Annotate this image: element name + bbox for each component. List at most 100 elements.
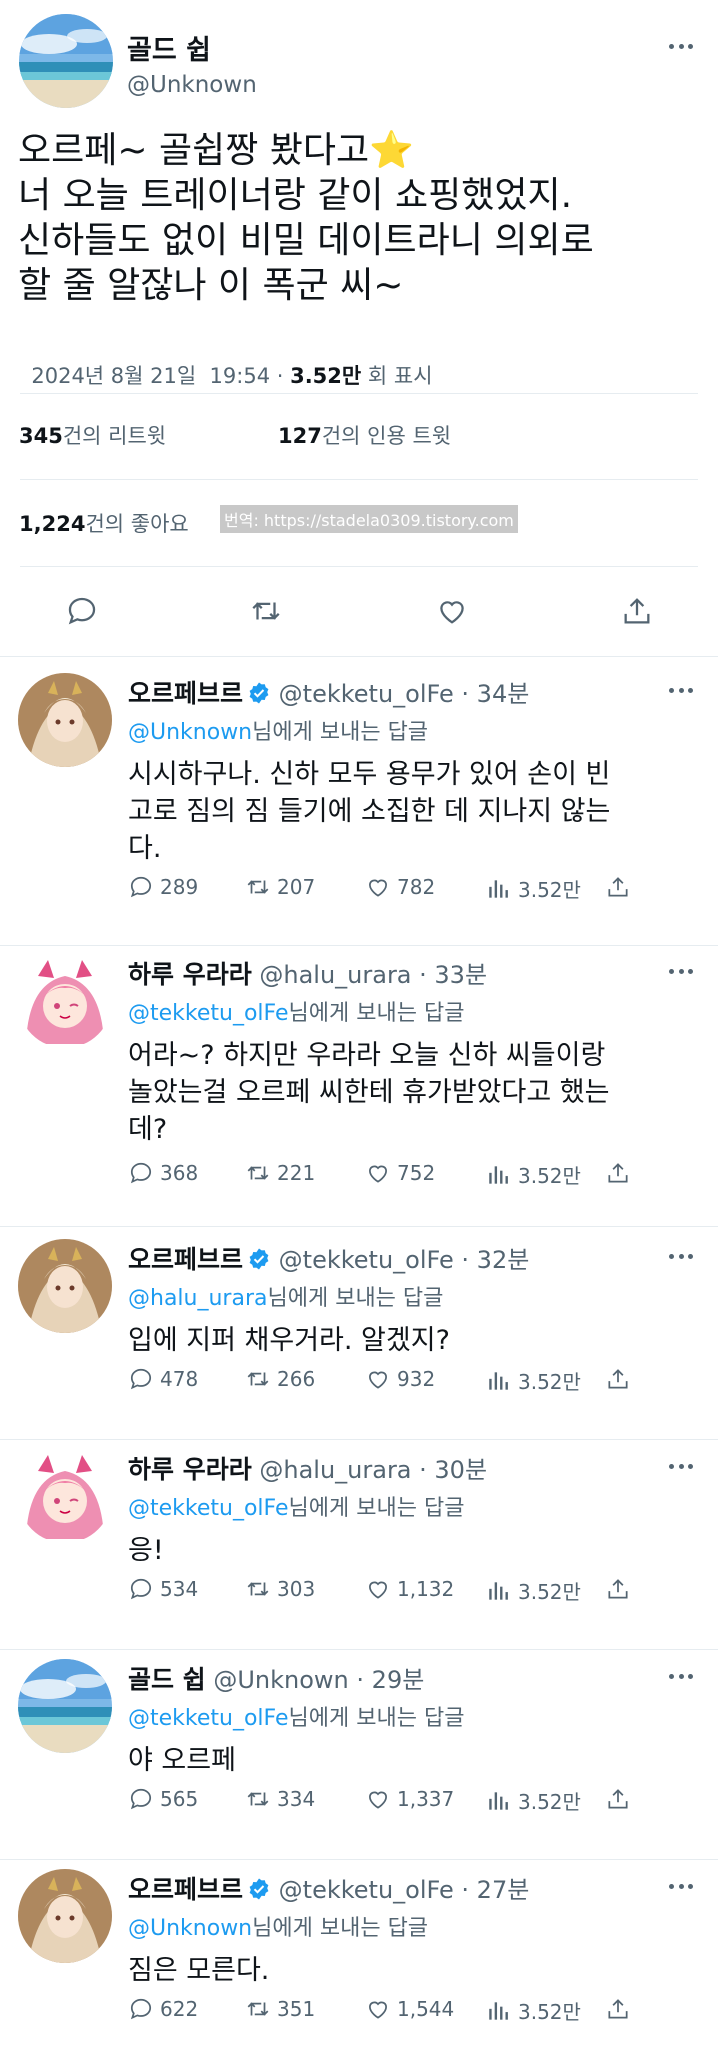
author-handle[interactable]: @tekketu_olFe bbox=[279, 680, 454, 708]
avatar-haru-urara[interactable] bbox=[18, 954, 112, 1048]
replying-to-handle[interactable]: @tekketu_olFe bbox=[128, 1496, 289, 1521]
retweet-count: 334 bbox=[277, 1787, 316, 1811]
like-count: 752 bbox=[397, 1161, 436, 1185]
retweet-icon[interactable] bbox=[249, 594, 283, 632]
reply-count: 368 bbox=[160, 1161, 199, 1185]
like-button[interactable]: 782 bbox=[365, 874, 435, 900]
author-name[interactable]: 오르페브르 bbox=[128, 1875, 243, 1904]
retweet-button[interactable]: 207 bbox=[245, 874, 315, 900]
author-name[interactable]: 오르페브르 bbox=[128, 679, 243, 708]
like-button[interactable]: 1,337 bbox=[365, 1786, 454, 1812]
retweet-button[interactable]: 266 bbox=[245, 1366, 315, 1392]
retweet-icon bbox=[245, 1786, 271, 1812]
verified-badge-icon bbox=[249, 1878, 269, 1900]
reply-tweet[interactable]: 오르페브르 @tekketu_olFe · 27분 @Unknown님에게 보내… bbox=[0, 1860, 718, 2060]
retweet-button[interactable]: 221 bbox=[245, 1160, 315, 1186]
views-count: 3.52만 bbox=[518, 1580, 581, 1604]
like-count: 1,337 bbox=[397, 1787, 455, 1811]
author-name[interactable]: 골드 쉽 bbox=[128, 1665, 206, 1694]
author-name[interactable]: 오르페브르 bbox=[128, 1245, 243, 1274]
more-options-icon[interactable] bbox=[669, 967, 693, 975]
like-button[interactable]: 1,132 bbox=[365, 1576, 454, 1602]
author-name[interactable]: 하루 우라라 bbox=[128, 960, 252, 989]
views-button[interactable]: 3.52만 bbox=[486, 1576, 581, 1605]
author-handle[interactable]: @tekketu_olFe bbox=[279, 1876, 454, 1904]
views-button[interactable]: 3.52만 bbox=[486, 1160, 581, 1189]
avatar-orfevre[interactable] bbox=[18, 1239, 112, 1333]
avatar-haru-urara[interactable] bbox=[18, 1449, 112, 1543]
share-icon[interactable] bbox=[605, 1996, 631, 2022]
more-options-icon[interactable] bbox=[669, 42, 693, 50]
replying-to-handle[interactable]: @halu_urara bbox=[128, 1286, 267, 1311]
more-options-icon[interactable] bbox=[669, 1882, 693, 1890]
avatar-orfevre[interactable] bbox=[18, 1869, 112, 1963]
tweet-line: 신하들도 없이 비밀 데이트라니 의외로 bbox=[18, 220, 594, 261]
like-button[interactable]: 932 bbox=[365, 1366, 435, 1392]
reply-time[interactable]: · 29분 bbox=[349, 1666, 424, 1694]
share-icon[interactable] bbox=[605, 1786, 631, 1812]
more-options-icon[interactable] bbox=[669, 1252, 693, 1260]
share-icon[interactable] bbox=[605, 1160, 631, 1186]
reply-tweet[interactable]: 오르페브르 @tekketu_olFe · 34분 @Unknown님에게 보내… bbox=[0, 664, 718, 946]
share-icon[interactable] bbox=[605, 874, 631, 900]
retweet-button[interactable]: 303 bbox=[245, 1576, 315, 1602]
reply-text: 야 오르페 bbox=[128, 1742, 698, 1779]
more-options-icon[interactable] bbox=[669, 1672, 693, 1680]
avatar-orfevre[interactable] bbox=[18, 673, 112, 767]
share-icon[interactable] bbox=[605, 1366, 631, 1392]
views-button[interactable]: 3.52만 bbox=[486, 1996, 581, 2025]
share-icon[interactable] bbox=[620, 594, 654, 632]
replying-to-handle[interactable]: @tekketu_olFe bbox=[128, 1001, 289, 1026]
avatar-gold-ship[interactable] bbox=[19, 14, 113, 108]
reply-icon[interactable] bbox=[65, 594, 99, 632]
like-count[interactable]: 1,224건의 좋아요 bbox=[19, 508, 189, 538]
reply-button[interactable]: 289 bbox=[128, 874, 198, 900]
replying-to-handle[interactable]: @tekketu_olFe bbox=[128, 1706, 289, 1731]
reply-time[interactable]: · 34분 bbox=[454, 680, 529, 708]
author-handle[interactable]: @halu_urara bbox=[259, 1456, 411, 1484]
reply-tweet[interactable]: 하루 우라라 @halu_urara · 33분 @tekketu_olFe님에… bbox=[0, 945, 718, 1227]
more-options-icon[interactable] bbox=[669, 1462, 693, 1470]
views-button[interactable]: 3.52만 bbox=[486, 1786, 581, 1815]
like-icon[interactable] bbox=[435, 594, 469, 632]
reply-button[interactable]: 565 bbox=[128, 1786, 198, 1812]
reply-time[interactable]: · 30분 bbox=[412, 1456, 487, 1484]
author-name[interactable]: 골드 쉽 bbox=[127, 28, 211, 67]
views-button[interactable]: 3.52만 bbox=[486, 1366, 581, 1395]
replying-to-handle[interactable]: @Unknown bbox=[128, 1916, 252, 1941]
reply-header: 골드 쉽 @Unknown · 29분 bbox=[128, 1660, 424, 1696]
like-button[interactable]: 1,544 bbox=[365, 1996, 454, 2022]
reply-button[interactable]: 534 bbox=[128, 1576, 198, 1602]
views-icon bbox=[486, 1998, 512, 2024]
author-handle[interactable]: @Unknown bbox=[127, 72, 257, 98]
replying-to-handle[interactable]: @Unknown bbox=[128, 720, 252, 745]
author-handle[interactable]: @halu_urara bbox=[259, 961, 411, 989]
more-options-icon[interactable] bbox=[669, 686, 693, 694]
replying-to: @tekketu_olFe님에게 보내는 답글 bbox=[128, 1700, 464, 1732]
views-button[interactable]: 3.52만 bbox=[486, 874, 581, 903]
tweet-date[interactable]: 2024년 8월 21일 19:54 · bbox=[31, 364, 290, 388]
reply-count: 534 bbox=[160, 1577, 199, 1601]
share-icon[interactable] bbox=[605, 1576, 631, 1602]
retweet-button[interactable]: 334 bbox=[245, 1786, 315, 1812]
reply-tweet[interactable]: 오르페브르 @tekketu_olFe · 32분 @halu_urara님에게… bbox=[0, 1230, 718, 1440]
reply-time[interactable]: · 33분 bbox=[412, 961, 487, 989]
retweet-button[interactable]: 351 bbox=[245, 1996, 315, 2022]
author-handle[interactable]: @Unknown bbox=[213, 1666, 348, 1694]
reply-time[interactable]: · 32분 bbox=[454, 1246, 529, 1274]
retweet-count[interactable]: 345건의 리트윗 bbox=[19, 420, 166, 450]
like-button[interactable]: 752 bbox=[365, 1160, 435, 1186]
reply-tweet[interactable]: 하루 우라라 @halu_urara · 30분 @tekketu_olFe님에… bbox=[0, 1440, 718, 1650]
avatar-gold-ship[interactable] bbox=[18, 1659, 112, 1753]
replying-to: @tekketu_olFe님에게 보내는 답글 bbox=[128, 995, 464, 1027]
author-handle[interactable]: @tekketu_olFe bbox=[279, 1246, 454, 1274]
reply-tweet[interactable]: 골드 쉽 @Unknown · 29분 @tekketu_olFe님에게 보내는… bbox=[0, 1650, 718, 1860]
reply-time[interactable]: · 27분 bbox=[454, 1876, 529, 1904]
reply-line: 데? bbox=[128, 1114, 168, 1145]
reply-button[interactable]: 478 bbox=[128, 1366, 198, 1392]
quote-count[interactable]: 127건의 인용 트윗 bbox=[278, 420, 451, 450]
reply-button[interactable]: 622 bbox=[128, 1996, 198, 2022]
reply-icon bbox=[128, 1160, 154, 1186]
author-name[interactable]: 하루 우라라 bbox=[128, 1455, 252, 1484]
reply-button[interactable]: 368 bbox=[128, 1160, 198, 1186]
